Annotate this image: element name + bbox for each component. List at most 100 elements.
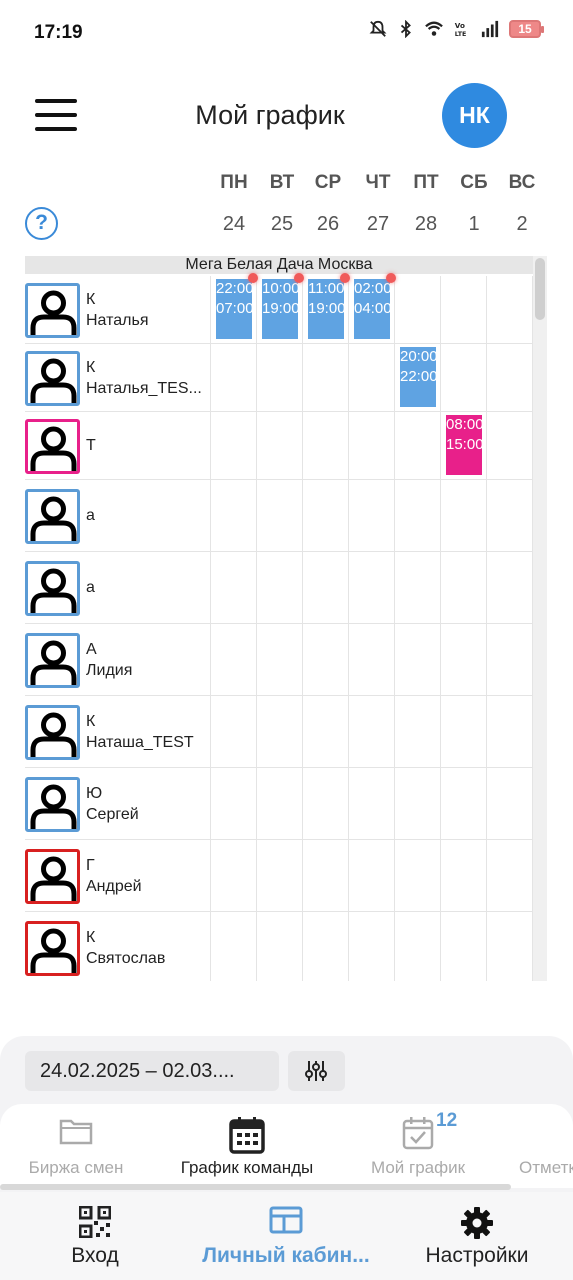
nav-personal-cabinet[interactable]: Личный кабин...: [180, 1192, 392, 1280]
day-cell[interactable]: [349, 344, 395, 411]
day-cell[interactable]: [395, 480, 441, 551]
day-cell[interactable]: [487, 696, 533, 767]
day-cell[interactable]: [441, 696, 487, 767]
day-cell[interactable]: [211, 624, 257, 695]
day-cell[interactable]: [257, 624, 303, 695]
nav-settings[interactable]: Настройки: [412, 1192, 542, 1280]
day-cell[interactable]: [395, 276, 441, 343]
day-cell[interactable]: [487, 552, 533, 623]
day-cell[interactable]: [349, 912, 395, 981]
day-cell[interactable]: [395, 912, 441, 981]
day-cell[interactable]: [441, 912, 487, 981]
day-cell[interactable]: [211, 912, 257, 981]
user-avatar[interactable]: НК: [442, 83, 507, 148]
employee-cell[interactable]: К Наташа_TEST: [25, 696, 211, 767]
day-cell[interactable]: [257, 344, 303, 411]
day-number[interactable]: 25: [259, 213, 305, 236]
employee-cell[interactable]: Г Андрей: [25, 840, 211, 911]
nav-entry[interactable]: Вход: [45, 1192, 145, 1280]
employee-cell[interactable]: А Лидия: [25, 624, 211, 695]
shift-block[interactable]: 02:00 04:00: [354, 279, 390, 339]
day-cell[interactable]: [257, 696, 303, 767]
day-cell[interactable]: [211, 840, 257, 911]
day-cell[interactable]: [349, 480, 395, 551]
grid-scrollbar-thumb[interactable]: [535, 258, 545, 320]
day-number[interactable]: 27: [355, 213, 401, 236]
day-cell[interactable]: [441, 624, 487, 695]
grid-scrollbar[interactable]: [533, 256, 547, 981]
day-cell[interactable]: [487, 768, 533, 839]
day-cell[interactable]: [487, 480, 533, 551]
employee-cell[interactable]: К Наталья_TES...: [25, 344, 211, 411]
day-number[interactable]: 28: [403, 213, 449, 236]
day-cell[interactable]: [441, 552, 487, 623]
tab-my-schedule[interactable]: 12 Мой график: [338, 1104, 498, 1188]
day-cell[interactable]: [303, 412, 349, 479]
employee-cell[interactable]: К Святослав: [25, 912, 211, 981]
day-cell[interactable]: [395, 624, 441, 695]
day-number[interactable]: 26: [305, 213, 351, 236]
day-cell[interactable]: [303, 840, 349, 911]
shift-block[interactable]: 22:00 07:00: [216, 279, 252, 339]
tab-team-schedule[interactable]: График команды: [167, 1104, 327, 1188]
day-cell[interactable]: [441, 768, 487, 839]
day-cell[interactable]: [487, 276, 533, 343]
day-cell[interactable]: [349, 624, 395, 695]
help-icon[interactable]: ?: [25, 207, 58, 240]
day-cell[interactable]: [441, 480, 487, 551]
day-cell[interactable]: [441, 344, 487, 411]
day-cell[interactable]: [211, 412, 257, 479]
day-cell[interactable]: [487, 840, 533, 911]
day-cell[interactable]: [303, 552, 349, 623]
day-cell[interactable]: [303, 696, 349, 767]
employee-cell[interactable]: а: [25, 552, 211, 623]
day-cell[interactable]: [487, 624, 533, 695]
day-cell[interactable]: [349, 412, 395, 479]
day-number[interactable]: 2: [499, 213, 545, 236]
day-cell[interactable]: [395, 696, 441, 767]
day-cell[interactable]: [395, 768, 441, 839]
employee-cell[interactable]: Т: [25, 412, 211, 479]
day-cell[interactable]: [303, 480, 349, 551]
day-cell[interactable]: [211, 344, 257, 411]
day-cell[interactable]: [395, 412, 441, 479]
day-cell[interactable]: [303, 624, 349, 695]
day-cell[interactable]: [257, 412, 303, 479]
day-cell[interactable]: [257, 552, 303, 623]
date-range-field[interactable]: 24.02.2025 – 02.03....: [25, 1051, 279, 1091]
day-cell[interactable]: [395, 840, 441, 911]
day-cell[interactable]: [487, 412, 533, 479]
shift-block[interactable]: 20:00 22:00: [400, 347, 436, 407]
employee-cell[interactable]: а: [25, 480, 211, 551]
day-cell[interactable]: [349, 840, 395, 911]
day-number[interactable]: 1: [451, 213, 497, 236]
day-cell[interactable]: [395, 552, 441, 623]
day-cell[interactable]: [441, 840, 487, 911]
day-cell[interactable]: [349, 696, 395, 767]
day-cell[interactable]: [487, 344, 533, 411]
tab-shift-exchange[interactable]: Биржа смен: [0, 1104, 156, 1188]
shift-block[interactable]: 10:00 19:00: [262, 279, 298, 339]
day-cell[interactable]: [211, 768, 257, 839]
day-cell[interactable]: [257, 480, 303, 551]
filter-button[interactable]: [288, 1051, 345, 1091]
day-cell[interactable]: [349, 552, 395, 623]
tabs-scrollbar[interactable]: [0, 1184, 511, 1190]
employee-cell[interactable]: Ю Сергей: [25, 768, 211, 839]
tab-check-in[interactable]: Отметк: [509, 1104, 573, 1188]
day-cell[interactable]: [257, 912, 303, 981]
day-number[interactable]: 24: [211, 213, 257, 236]
day-cell[interactable]: [441, 276, 487, 343]
day-cell[interactable]: [303, 344, 349, 411]
shift-block[interactable]: 08:00 15:00: [446, 415, 482, 475]
day-cell[interactable]: [487, 912, 533, 981]
day-cell[interactable]: [211, 696, 257, 767]
day-cell[interactable]: [257, 768, 303, 839]
day-cell[interactable]: [303, 768, 349, 839]
shift-block[interactable]: 11:00 19:00: [308, 279, 344, 339]
day-cell[interactable]: [211, 480, 257, 551]
day-cell[interactable]: [349, 768, 395, 839]
day-cell[interactable]: [257, 840, 303, 911]
day-cell[interactable]: [211, 552, 257, 623]
day-cell[interactable]: [303, 912, 349, 981]
